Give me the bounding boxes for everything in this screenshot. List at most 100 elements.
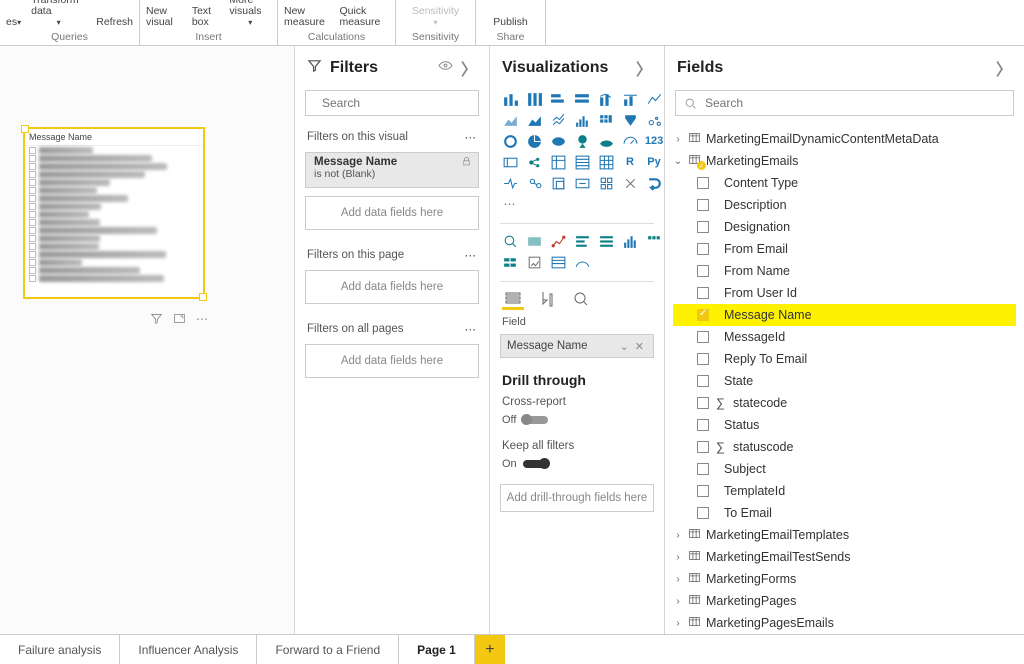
fields-search[interactable] — [675, 90, 1014, 116]
ribbon-btn-queries-cut[interactable]: es▾ — [6, 17, 21, 28]
field-messageid[interactable]: MessageId — [673, 326, 1016, 348]
field-content-type[interactable]: Content Type — [673, 172, 1016, 194]
remove-field-icon[interactable]: ✕ — [632, 340, 647, 353]
ribbon-btn-more-visuals[interactable]: More visuals▾ — [229, 0, 271, 28]
field-description[interactable]: Description — [673, 194, 1016, 216]
viz-type-icon[interactable] — [500, 153, 520, 171]
table-MarketingForms[interactable]: ›MarketingForms — [673, 568, 1016, 590]
field-subject[interactable]: Subject — [673, 458, 1016, 480]
field-from-user-id[interactable]: From User Id — [673, 282, 1016, 304]
viz-type-icon[interactable] — [500, 111, 520, 129]
viz-type-icon[interactable] — [524, 132, 544, 150]
chevron-down-icon[interactable]: ⌄ — [617, 340, 632, 353]
viz-type-icon[interactable] — [620, 232, 640, 250]
viz-type-icon[interactable] — [572, 90, 592, 108]
section-more-icon[interactable]: ⋯ — [465, 130, 478, 144]
keep-filters-switch[interactable]: On — [502, 456, 652, 476]
viz-type-icon[interactable] — [524, 90, 544, 108]
viz-type-icon[interactable] — [524, 232, 544, 250]
table-MarketingEmailDynamicContentMetaData[interactable]: ›MarketingEmailDynamicContentMetaData — [673, 128, 1016, 150]
viz-type-icon[interactable]: 123 — [644, 132, 664, 150]
viz-type-icon[interactable] — [500, 232, 520, 250]
cross-report-switch[interactable]: Off — [502, 412, 652, 432]
focus-mode-icon[interactable] — [173, 312, 186, 328]
more-options-icon[interactable]: ⋯ — [196, 312, 209, 328]
page-tab-failure-analysis[interactable]: Failure analysis — [0, 635, 120, 664]
filters-search-input[interactable] — [320, 95, 479, 111]
format-tool-icon[interactable] — [536, 288, 558, 310]
filters-search[interactable] — [305, 90, 479, 116]
report-visual-slicer[interactable]: Message Name — [24, 128, 204, 298]
viz-type-icon[interactable] — [548, 132, 568, 150]
viz-type-icon[interactable] — [644, 90, 664, 108]
analytics-tool-icon[interactable] — [570, 288, 592, 310]
field-statecode[interactable]: ∑statecode — [673, 392, 1016, 414]
field-reply-to-email[interactable]: Reply To Email — [673, 348, 1016, 370]
viz-type-icon[interactable] — [548, 90, 568, 108]
field-from-name[interactable]: From Name — [673, 260, 1016, 282]
viz-type-icon[interactable] — [572, 232, 592, 250]
viz-type-icon[interactable] — [500, 253, 520, 271]
field-well-message-name[interactable]: Message Name ⌄ ✕ — [500, 334, 654, 358]
eye-icon[interactable] — [438, 58, 453, 78]
viz-type-icon[interactable] — [644, 111, 664, 129]
filter-card-message-name[interactable]: Message Name is not (Blank) — [305, 152, 479, 188]
table-MarketingEmailTestSends[interactable]: ›MarketingEmailTestSends — [673, 546, 1016, 568]
collapse-pane-icon[interactable]: 〉 — [461, 56, 477, 80]
fields-search-input[interactable] — [703, 95, 1005, 111]
viz-type-icon[interactable] — [500, 90, 520, 108]
field-status[interactable]: Status — [673, 414, 1016, 436]
viz-type-icon[interactable] — [572, 153, 592, 171]
viz-type-icon[interactable] — [572, 132, 592, 150]
table-MarketingEmailTemplates[interactable]: ›MarketingEmailTemplates — [673, 524, 1016, 546]
viz-type-icon[interactable] — [644, 232, 664, 250]
filters-all-dropzone[interactable]: Add data fields here — [305, 344, 479, 378]
viz-type-icon[interactable]: ⋯ — [500, 195, 520, 213]
viz-type-icon[interactable] — [548, 232, 568, 250]
viz-type-icon[interactable] — [620, 132, 640, 150]
viz-type-icon[interactable] — [596, 90, 616, 108]
viz-type-icon[interactable] — [524, 253, 544, 271]
viz-type-icon[interactable] — [548, 253, 568, 271]
viz-type-icon[interactable] — [572, 174, 592, 192]
viz-type-icon[interactable] — [596, 153, 616, 171]
filters-visual-dropzone[interactable]: Add data fields here — [305, 196, 479, 230]
viz-type-icon[interactable] — [620, 174, 640, 192]
viz-type-icon[interactable] — [620, 90, 640, 108]
field-to-email[interactable]: To Email — [673, 502, 1016, 524]
table-MarketingPages[interactable]: ›MarketingPages — [673, 590, 1016, 612]
ribbon-btn-refresh[interactable]: Refresh — [96, 17, 133, 28]
viz-type-icon[interactable] — [548, 174, 568, 192]
viz-type-icon[interactable] — [524, 174, 544, 192]
ribbon-btn-new-visual[interactable]: New visual — [146, 6, 182, 28]
ribbon-btn-transform-data[interactable]: Transform data▾ — [31, 0, 86, 28]
filters-page-dropzone[interactable]: Add data fields here — [305, 270, 479, 304]
table-MarketingEmails[interactable]: ⌄✓MarketingEmails — [673, 150, 1016, 172]
viz-type-icon[interactable] — [572, 111, 592, 129]
field-designation[interactable]: Designation — [673, 216, 1016, 238]
field-message-name[interactable]: Message Name — [673, 304, 1016, 326]
viz-type-icon[interactable] — [548, 153, 568, 171]
viz-type-icon[interactable] — [620, 111, 640, 129]
drill-through-dropzone[interactable]: Add drill-through fields here — [500, 484, 654, 512]
add-page-button[interactable]: + — [475, 635, 505, 664]
field-from-email[interactable]: From Email — [673, 238, 1016, 260]
filter-icon[interactable] — [150, 312, 163, 328]
viz-type-icon[interactable] — [596, 174, 616, 192]
viz-type-icon[interactable] — [572, 253, 592, 271]
field-statuscode[interactable]: ∑statuscode — [673, 436, 1016, 458]
viz-type-icon[interactable] — [524, 153, 544, 171]
ribbon-btn-publish[interactable]: Publish — [493, 17, 527, 28]
viz-type-icon[interactable] — [524, 111, 544, 129]
viz-type-icon[interactable] — [596, 232, 616, 250]
field-templateid[interactable]: TemplateId — [673, 480, 1016, 502]
ribbon-btn-text-box[interactable]: Text box — [192, 6, 220, 28]
report-canvas[interactable]: Message Name ⋯ — [0, 46, 294, 634]
viz-type-icon[interactable] — [548, 111, 568, 129]
viz-type-icon[interactable] — [500, 132, 520, 150]
section-more-icon[interactable]: ⋯ — [465, 248, 478, 262]
page-tab-influencer-analysis[interactable]: Influencer Analysis — [120, 635, 257, 664]
viz-type-icon[interactable] — [596, 111, 616, 129]
ribbon-btn-quick-measure[interactable]: Quick measure — [339, 6, 389, 28]
viz-type-icon[interactable] — [644, 174, 664, 192]
